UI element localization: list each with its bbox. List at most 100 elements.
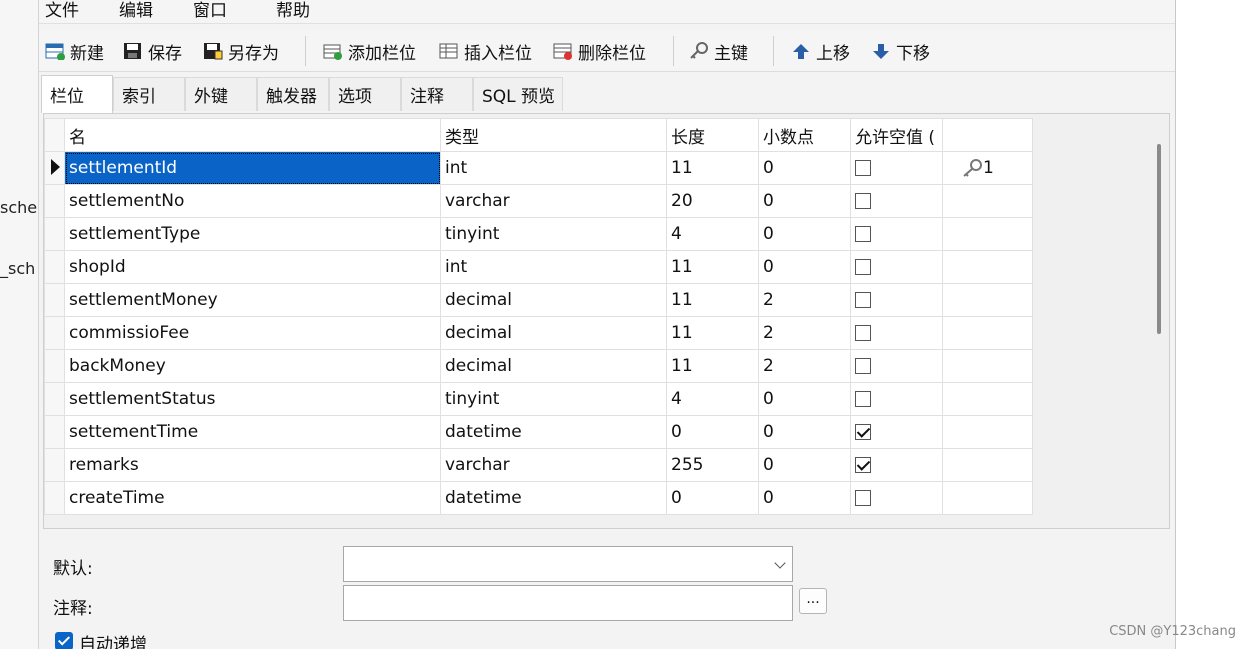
key-cell[interactable] xyxy=(942,349,1033,383)
table-row[interactable]: remarks varchar 255 0 xyxy=(44,448,1033,482)
menu-window[interactable]: 窗口 xyxy=(193,0,227,21)
nullable-checkbox[interactable] xyxy=(855,292,871,308)
row-indicator[interactable] xyxy=(44,250,65,284)
table-row[interactable]: settlementId int 11 0 1 xyxy=(44,151,1033,185)
nullable-checkbox[interactable] xyxy=(855,358,871,374)
column-header-key[interactable] xyxy=(942,118,1033,152)
field-length-cell[interactable]: 4 xyxy=(666,382,759,416)
field-name-cell[interactable]: settlementMoney xyxy=(64,283,441,317)
field-type-cell[interactable]: tinyint xyxy=(440,382,667,416)
save-button[interactable]: 保存 xyxy=(123,38,182,64)
tab-sql-preview[interactable]: SQL 预览 xyxy=(473,77,563,111)
nullable-checkbox[interactable] xyxy=(855,424,871,440)
key-cell[interactable] xyxy=(942,316,1033,350)
primary-key-button[interactable]: 主键 xyxy=(689,38,748,64)
key-cell[interactable]: 1 xyxy=(942,151,1033,185)
field-decimals-cell[interactable]: 2 xyxy=(758,349,851,383)
field-decimals-cell[interactable]: 2 xyxy=(758,283,851,317)
field-type-cell[interactable]: int xyxy=(440,250,667,284)
move-down-button[interactable]: 下移 xyxy=(871,38,930,64)
field-length-cell[interactable]: 11 xyxy=(666,349,759,383)
table-row[interactable]: settlementStatus tinyint 4 0 xyxy=(44,382,1033,416)
field-type-cell[interactable]: decimal xyxy=(440,349,667,383)
comment-field[interactable] xyxy=(343,585,793,621)
row-indicator[interactable] xyxy=(44,448,65,482)
table-row[interactable]: settlementNo varchar 20 0 xyxy=(44,184,1033,218)
field-name-cell[interactable]: commissioFee xyxy=(64,316,441,350)
field-length-cell[interactable]: 11 xyxy=(666,283,759,317)
key-cell[interactable] xyxy=(942,415,1033,449)
tab-fields[interactable]: 栏位 xyxy=(41,75,113,113)
column-header-length[interactable]: 长度 xyxy=(666,118,759,152)
field-decimals-cell[interactable]: 0 xyxy=(758,481,851,515)
table-row[interactable]: createTime datetime 0 0 xyxy=(44,481,1033,515)
column-header-decimals[interactable]: 小数点 xyxy=(758,118,851,152)
field-length-cell[interactable]: 255 xyxy=(666,448,759,482)
nullable-checkbox[interactable] xyxy=(855,490,871,506)
field-decimals-cell[interactable]: 2 xyxy=(758,316,851,350)
field-length-cell[interactable]: 11 xyxy=(666,151,759,185)
nullable-checkbox[interactable] xyxy=(855,226,871,242)
tab-indexes[interactable]: 索引 xyxy=(113,77,185,111)
field-type-cell[interactable]: int xyxy=(440,151,667,185)
table-row[interactable]: commissioFee decimal 11 2 xyxy=(44,316,1033,350)
field-length-cell[interactable]: 0 xyxy=(666,415,759,449)
nullable-checkbox[interactable] xyxy=(855,160,871,176)
column-header-nullable[interactable]: 允许空值 ( xyxy=(850,118,943,152)
column-header-type[interactable]: 类型 xyxy=(440,118,667,152)
field-length-cell[interactable]: 4 xyxy=(666,217,759,251)
field-type-cell[interactable]: varchar xyxy=(440,448,667,482)
key-cell[interactable] xyxy=(942,283,1033,317)
field-decimals-cell[interactable]: 0 xyxy=(758,151,851,185)
field-decimals-cell[interactable]: 0 xyxy=(758,448,851,482)
field-name-cell[interactable]: shopId xyxy=(64,250,441,284)
field-decimals-cell[interactable]: 0 xyxy=(758,415,851,449)
field-name-cell[interactable]: settlementId xyxy=(64,151,441,185)
insert-field-button[interactable]: 插入栏位 xyxy=(439,38,532,64)
default-dropdown[interactable] xyxy=(343,546,793,582)
new-button[interactable]: 新建 xyxy=(45,38,104,64)
menu-edit[interactable]: 编辑 xyxy=(119,0,153,21)
field-name-cell[interactable]: remarks xyxy=(64,448,441,482)
menu-help[interactable]: 帮助 xyxy=(276,0,310,21)
field-name-cell[interactable]: settlementNo xyxy=(64,184,441,218)
row-indicator[interactable] xyxy=(44,151,65,185)
field-type-cell[interactable]: datetime xyxy=(440,415,667,449)
field-decimals-cell[interactable]: 0 xyxy=(758,250,851,284)
field-type-cell[interactable]: tinyint xyxy=(440,217,667,251)
field-type-cell[interactable]: decimal xyxy=(440,316,667,350)
tab-foreign-keys[interactable]: 外键 xyxy=(185,77,257,111)
nullable-checkbox[interactable] xyxy=(855,259,871,275)
table-row[interactable]: settlementType tinyint 4 0 xyxy=(44,217,1033,251)
tab-triggers[interactable]: 触发器 xyxy=(257,77,329,111)
field-length-cell[interactable]: 11 xyxy=(666,250,759,284)
row-indicator[interactable] xyxy=(44,184,65,218)
tab-options[interactable]: 选项 xyxy=(329,77,401,111)
field-type-cell[interactable]: varchar xyxy=(440,184,667,218)
tab-comment[interactable]: 注释 xyxy=(401,77,473,111)
field-decimals-cell[interactable]: 0 xyxy=(758,184,851,218)
nullable-checkbox[interactable] xyxy=(855,457,871,473)
field-name-cell[interactable]: settlementType xyxy=(64,217,441,251)
field-type-cell[interactable]: datetime xyxy=(440,481,667,515)
delete-field-button[interactable]: 删除栏位 xyxy=(553,38,646,64)
field-name-cell[interactable]: settementTime xyxy=(64,415,441,449)
table-row[interactable]: settlementMoney decimal 11 2 xyxy=(44,283,1033,317)
key-cell[interactable] xyxy=(942,184,1033,218)
auto-increment-checkbox[interactable] xyxy=(55,632,73,649)
row-indicator[interactable] xyxy=(44,349,65,383)
field-length-cell[interactable]: 20 xyxy=(666,184,759,218)
key-cell[interactable] xyxy=(942,250,1033,284)
add-field-button[interactable]: 添加栏位 xyxy=(323,38,416,64)
field-type-cell[interactable]: decimal xyxy=(440,283,667,317)
field-length-cell[interactable]: 11 xyxy=(666,316,759,350)
menu-file[interactable]: 文件 xyxy=(45,0,79,21)
row-indicator[interactable] xyxy=(44,382,65,416)
row-indicator[interactable] xyxy=(44,415,65,449)
field-decimals-cell[interactable]: 0 xyxy=(758,382,851,416)
row-indicator[interactable] xyxy=(44,217,65,251)
table-row[interactable]: shopId int 11 0 xyxy=(44,250,1033,284)
row-indicator[interactable] xyxy=(44,316,65,350)
vertical-scrollbar[interactable] xyxy=(1157,144,1161,334)
comment-more-button[interactable]: ... xyxy=(799,588,827,614)
